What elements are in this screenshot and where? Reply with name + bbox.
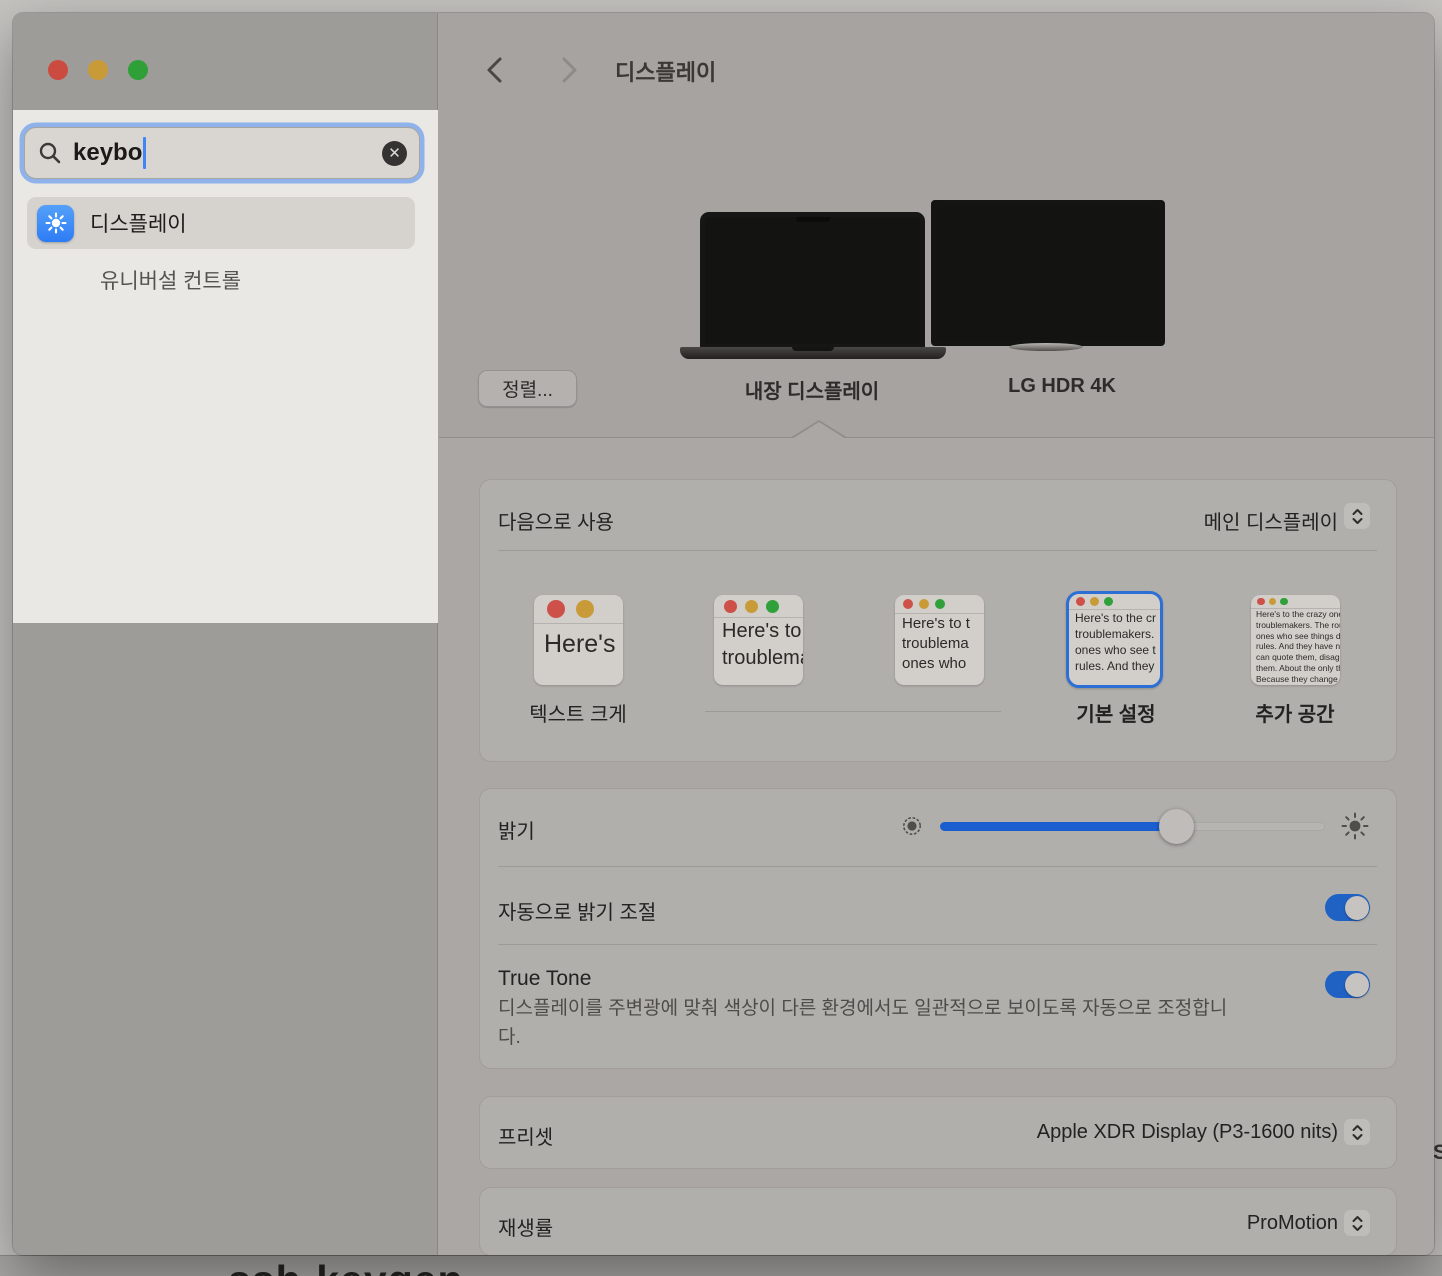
- search-results-popover: keybo ✕ 디스플레이 유니버설 컨트롤: [13, 110, 438, 623]
- wallpaper-forest: [937, 206, 1159, 340]
- macbook-base: [680, 347, 946, 359]
- traffic-lights: [48, 60, 148, 80]
- mini-minimize-icon: [745, 600, 758, 613]
- background-terminal-text: ssh-keygen: [228, 1257, 464, 1276]
- monitor-stand: [1009, 343, 1083, 351]
- mini-close-icon: [1257, 598, 1265, 606]
- preset-popup-button[interactable]: [1344, 1119, 1370, 1145]
- preset-card: 프리셋 Apple XDR Display (P3-1600 nits): [480, 1097, 1396, 1168]
- search-result-label: 디스플레이: [90, 208, 187, 238]
- mini-minimize-icon: [1269, 598, 1277, 606]
- close-button[interactable]: [48, 60, 68, 80]
- brightness-slider[interactable]: [940, 822, 1325, 831]
- minimize-button[interactable]: [88, 60, 108, 80]
- mini-zoom-icon: [766, 600, 779, 613]
- refresh-rate-value: ProMotion: [1247, 1212, 1338, 1235]
- search-result-displays[interactable]: 디스플레이: [27, 197, 415, 249]
- mini-text: Here's to the cr troublemakers. ones who…: [1069, 610, 1160, 674]
- auto-brightness-label: 자동으로 밝기 조절: [498, 896, 656, 925]
- mini-minimize-icon: [576, 600, 594, 618]
- refresh-rate-label: 재생률: [498, 1212, 553, 1241]
- use-as-label: 다음으로 사용: [498, 506, 614, 535]
- display-name-builtin: 내장 디스플레이: [745, 375, 879, 404]
- scaling-option-3[interactable]: Here's to t troublema ones who: [895, 595, 984, 685]
- forward-button[interactable]: [553, 55, 583, 85]
- scaling-option-more-space[interactable]: Here's to the crazy one troublemakers. T…: [1251, 595, 1340, 685]
- scaling-option-2[interactable]: Here's to troublema: [714, 595, 803, 685]
- scaling-option-default-selected[interactable]: Here's to the cr troublemakers. ones who…: [1066, 591, 1163, 688]
- main-panel: 디스플레이 내장 디스플레이 LG HDR 4K 정렬... 다음으로 사용 메…: [439, 13, 1434, 1255]
- scaling-label-default: 기본 설정: [1076, 698, 1155, 727]
- mini-text: Here's to the crazy one troublemakers. T…: [1251, 609, 1340, 685]
- mini-close-icon: [903, 599, 913, 609]
- refresh-rate-card: 재생률 ProMotion: [480, 1188, 1396, 1255]
- search-input[interactable]: keybo ✕: [24, 127, 420, 179]
- brightness-card: 밝기 자동으로 밝기 조절 True Tone 디스플레이를 주변광에 맞춰 색…: [480, 789, 1396, 1068]
- brightness-label: 밝기: [498, 815, 535, 844]
- scaling-card: 다음으로 사용 메인 디스플레이 Here's Here's to troubl…: [480, 480, 1396, 761]
- mini-minimize-icon: [1090, 597, 1099, 606]
- mini-text: Here's to t troublema ones who: [895, 614, 984, 674]
- true-tone-label: True Tone: [498, 967, 591, 991]
- brightness-slider-fill: [940, 822, 1176, 831]
- mini-titlebar: [714, 595, 803, 618]
- zoom-button[interactable]: [128, 60, 148, 80]
- search-icon: [37, 140, 63, 166]
- mini-text: Here's to troublema: [714, 618, 803, 672]
- display-thumbnail-lg[interactable]: [931, 200, 1165, 346]
- divider: [498, 550, 1377, 551]
- selected-display-caret: [790, 420, 848, 438]
- mini-zoom-icon: [1280, 598, 1288, 606]
- brightness-high-icon: [1341, 812, 1369, 840]
- mini-close-icon: [724, 600, 737, 613]
- use-as-value: 메인 디스플레이: [1204, 506, 1338, 535]
- preset-value: Apple XDR Display (P3-1600 nits): [1037, 1121, 1338, 1144]
- macbook-notch: [796, 217, 830, 222]
- mini-close-icon: [1076, 597, 1085, 606]
- mini-minimize-icon: [919, 599, 929, 609]
- page-title: 디스플레이: [615, 55, 716, 87]
- mini-zoom-icon: [1104, 597, 1113, 606]
- divider: [498, 866, 1377, 867]
- mini-zoom-icon: [935, 599, 945, 609]
- brightness-slider-thumb[interactable]: [1159, 809, 1194, 844]
- toggle-knob: [1345, 896, 1369, 920]
- wallpaper-forest: [705, 217, 920, 344]
- mini-titlebar: [1069, 594, 1160, 610]
- mini-titlebar: [534, 595, 623, 624]
- scaling-option-larger-text[interactable]: Here's: [534, 595, 623, 685]
- auto-brightness-toggle[interactable]: [1325, 894, 1370, 921]
- search-result-universal-control[interactable]: 유니버설 컨트롤: [100, 265, 241, 295]
- back-button[interactable]: [481, 55, 511, 85]
- text-cursor: [143, 137, 146, 169]
- background-edge-text: S: [1433, 1141, 1442, 1165]
- mini-titlebar: [895, 595, 984, 614]
- mini-close-icon: [547, 600, 565, 618]
- preset-label: 프리셋: [498, 1121, 553, 1150]
- system-settings-window: keybo ✕ 디스플레이 유니버설 컨트롤 디스플레이: [13, 13, 1434, 1255]
- clear-search-icon[interactable]: ✕: [382, 141, 407, 166]
- display-thumbnail-builtin[interactable]: [700, 212, 925, 349]
- arrange-button[interactable]: 정렬...: [478, 370, 577, 407]
- divider: [498, 944, 1377, 945]
- true-tone-description: 디스플레이를 주변광에 맞춰 색상이 다른 환경에서도 일관적으로 보이도록 자…: [498, 994, 1243, 1053]
- use-as-popup-button[interactable]: [1344, 503, 1370, 529]
- sidebar: keybo ✕ 디스플레이 유니버설 컨트롤: [13, 13, 438, 1255]
- toggle-knob: [1345, 973, 1369, 997]
- display-name-lg: LG HDR 4K: [1008, 375, 1116, 398]
- true-tone-toggle[interactable]: [1325, 971, 1370, 998]
- display-brightness-icon: [37, 205, 74, 242]
- background-strip: [0, 1255, 1442, 1276]
- scaling-label-more-space: 추가 공간: [1255, 698, 1334, 727]
- brightness-low-icon: [901, 815, 923, 837]
- mini-titlebar: [1251, 595, 1340, 609]
- mini-text: Here's: [534, 624, 623, 664]
- search-query-text: keybo: [73, 139, 142, 167]
- scaling-label-larger-text: 텍스트 크게: [529, 698, 627, 727]
- refresh-rate-popup-button[interactable]: [1344, 1210, 1370, 1236]
- scaling-connector-line: [705, 711, 1001, 712]
